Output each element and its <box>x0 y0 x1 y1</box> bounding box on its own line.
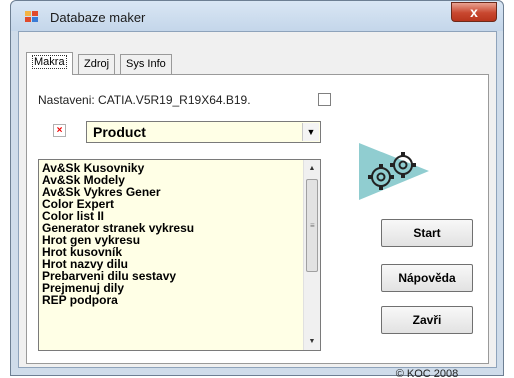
client-area: Makra Zdroj Sys Info Nastaveni: CATIA.V5… <box>18 31 497 378</box>
close-window-button[interactable]: x <box>451 2 497 22</box>
start-button[interactable]: Start <box>381 219 473 247</box>
chevron-down-icon[interactable]: ▼ <box>302 123 319 141</box>
remove-icon[interactable]: × <box>53 124 66 137</box>
tab-makra[interactable]: Makra <box>26 52 73 75</box>
combo-selected-value: Product <box>93 124 146 140</box>
tab-page-makra: Nastaveni: CATIA.V5R19_R19X64.B19. × Pro… <box>26 74 489 378</box>
title-bar[interactable]: Databaze maker x <box>11 1 503 31</box>
list-scrollbar[interactable]: ▲ ≡ ▼ <box>303 160 320 350</box>
scroll-thumb[interactable]: ≡ <box>306 179 318 272</box>
scroll-up-icon[interactable]: ▲ <box>304 160 320 177</box>
settings-label: Nastaveni: CATIA.V5R19_R19X64.B19. <box>38 93 251 107</box>
grip-icon: ≡ <box>310 221 315 230</box>
app-icon <box>25 11 38 22</box>
window-title: Databaze maker <box>50 10 146 25</box>
scroll-down-icon[interactable]: ▼ <box>304 333 320 350</box>
settings-checkbox[interactable] <box>318 93 331 106</box>
tab-sys-info[interactable]: Sys Info <box>120 54 172 74</box>
gears-icon <box>359 143 429 200</box>
macro-listbox[interactable]: Av&Sk Kusovniky Av&Sk Modely Av&Sk Vykre… <box>38 159 321 351</box>
help-button[interactable]: Nápověda <box>381 264 473 292</box>
copyright-text: © KOC 2008 <box>395 368 459 378</box>
category-combo[interactable]: Product ▼ <box>86 121 321 143</box>
tab-zdroj[interactable]: Zdroj <box>78 54 116 74</box>
close-button[interactable]: Zavři <box>381 306 473 334</box>
app-window: Databaze maker x Makra Zdroj Sys Info Na… <box>10 0 504 378</box>
list-item[interactable]: REP podpora <box>42 294 118 306</box>
